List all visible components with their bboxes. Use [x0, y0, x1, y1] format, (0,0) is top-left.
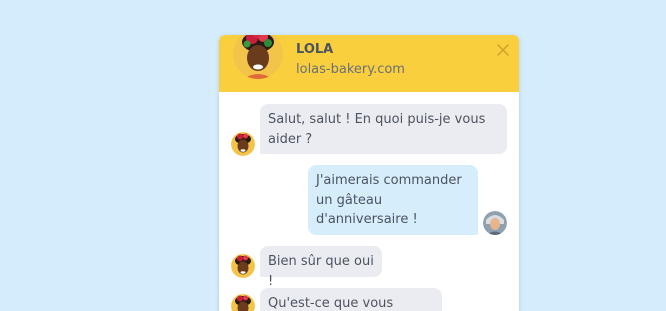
page: LOLA lolas-bakery.com Salut, salut ! En …: [0, 0, 666, 311]
chat-window: LOLA lolas-bakery.com Salut, salut ! En …: [219, 35, 519, 311]
contact-name: LOLA: [296, 42, 334, 57]
user-avatar-icon: [483, 211, 507, 235]
lola-header-avatar: [233, 35, 283, 79]
lola-avatar-icon: [231, 132, 255, 156]
contact-website[interactable]: lolas-bakery.com: [296, 62, 405, 77]
lola-avatar-icon: [231, 254, 255, 278]
message-bubble-bot: Bien sûr que oui !: [260, 246, 382, 289]
chat-header: LOLA lolas-bakery.com: [219, 35, 519, 92]
message-bubble-user: J'aimerais commander un gâteau d'anniver…: [308, 165, 478, 235]
lola-avatar-icon: [231, 294, 255, 311]
message-bubble-bot: Qu'est-ce que vous voulez ?: [260, 288, 442, 311]
message-bubble-bot: Salut, salut ! En quoi puis-je vous aide…: [260, 104, 507, 154]
close-icon[interactable]: [497, 44, 509, 56]
